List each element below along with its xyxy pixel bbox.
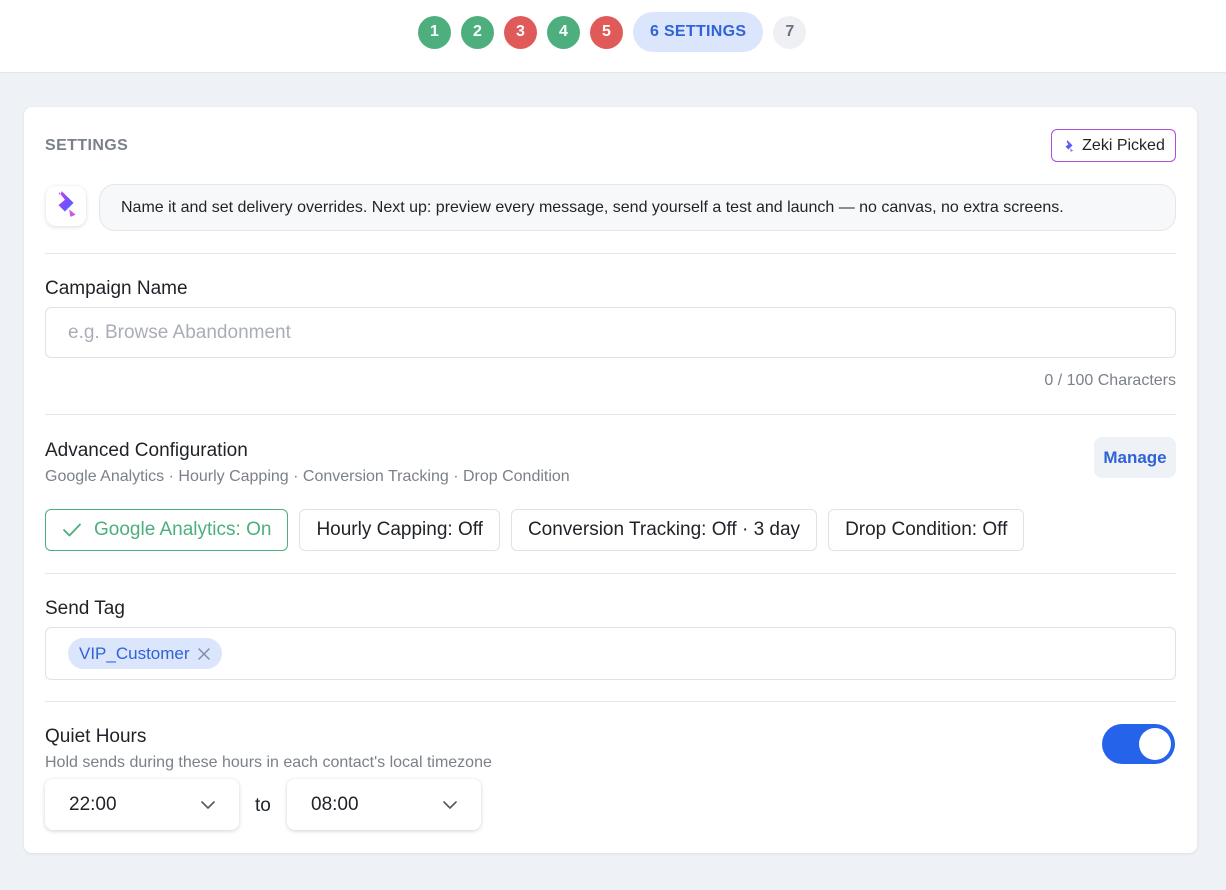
settings-card: SETTINGS Zeki Picked Name it and set del… bbox=[24, 107, 1197, 853]
divider bbox=[45, 253, 1176, 254]
step-1[interactable]: 1 bbox=[418, 15, 451, 49]
start-time-value: 22:00 bbox=[69, 793, 117, 815]
zeki-badge-label: Zeki Picked bbox=[1082, 136, 1165, 154]
step-6-settings[interactable]: 6 SETTINGS bbox=[633, 12, 764, 52]
zeki-logo-icon bbox=[53, 190, 79, 223]
top-bar: 1 2 3 4 5 6 SETTINGS 7 bbox=[0, 0, 1226, 73]
manage-button[interactable]: Manage bbox=[1094, 437, 1176, 478]
assistant-message: Name it and set delivery overrides. Next… bbox=[99, 184, 1176, 231]
chevron-down-icon bbox=[201, 794, 215, 816]
send-tag-input[interactable]: VIP_Customer bbox=[45, 627, 1176, 680]
configuration-chips: Google Analytics: On Hourly Capping: Off… bbox=[45, 509, 1025, 551]
advanced-configuration-label: Advanced Configuration bbox=[45, 440, 248, 461]
step-5[interactable]: 5 bbox=[590, 15, 623, 49]
quiet-hours-toggle[interactable] bbox=[1102, 724, 1175, 764]
zeki-picked-badge[interactable]: Zeki Picked bbox=[1051, 129, 1176, 162]
toggle-knob bbox=[1139, 728, 1171, 760]
chip-hourly-capping[interactable]: Hourly Capping: Off bbox=[299, 509, 500, 551]
step-4[interactable]: 4 bbox=[547, 15, 580, 49]
tag-chip: VIP_Customer bbox=[68, 638, 222, 669]
quiet-hours-label: Quiet Hours bbox=[45, 726, 147, 747]
step-3[interactable]: 3 bbox=[504, 15, 537, 49]
chip-label: Conversion Tracking: Off · 3 day bbox=[527, 519, 801, 540]
chip-conversion-tracking[interactable]: Conversion Tracking: Off · 3 day bbox=[510, 509, 818, 551]
chip-drop-condition[interactable]: Drop Condition: Off bbox=[828, 509, 1025, 551]
divider bbox=[45, 701, 1176, 702]
quiet-hours-end-select[interactable]: 08:00 bbox=[287, 779, 481, 830]
step-7[interactable]: 7 bbox=[773, 15, 807, 49]
chip-google-analytics[interactable]: Google Analytics: On bbox=[45, 509, 289, 551]
chip-label: Hourly Capping: Off bbox=[316, 519, 483, 540]
quiet-hours-description: Hold sends during these hours in each co… bbox=[45, 754, 492, 771]
close-icon[interactable] bbox=[197, 647, 210, 660]
step-2[interactable]: 2 bbox=[461, 15, 494, 49]
section-title: SETTINGS bbox=[45, 137, 129, 154]
advanced-configuration-summary: Google Analytics · Hourly Capping · Conv… bbox=[45, 468, 570, 485]
divider bbox=[45, 414, 1176, 415]
check-icon bbox=[62, 522, 82, 538]
time-range-separator: to bbox=[255, 795, 271, 816]
stepper: 1 2 3 4 5 6 SETTINGS 7 bbox=[418, 12, 807, 52]
character-count: 0 / 100 Characters bbox=[1044, 372, 1176, 389]
send-tag-label: Send Tag bbox=[45, 598, 125, 619]
campaign-name-label: Campaign Name bbox=[45, 278, 188, 299]
tag-label: VIP_Customer bbox=[79, 643, 190, 663]
chip-label: Drop Condition: Off bbox=[845, 519, 1008, 540]
end-time-value: 08:00 bbox=[311, 793, 359, 815]
divider bbox=[45, 573, 1176, 574]
quiet-hours-start-select[interactable]: 22:00 bbox=[45, 779, 239, 830]
campaign-name-input[interactable] bbox=[45, 307, 1176, 358]
zeki-logo-icon bbox=[1062, 139, 1076, 153]
chevron-down-icon bbox=[443, 794, 457, 816]
chip-label: Google Analytics: On bbox=[94, 519, 272, 540]
assistant-avatar bbox=[46, 186, 86, 226]
